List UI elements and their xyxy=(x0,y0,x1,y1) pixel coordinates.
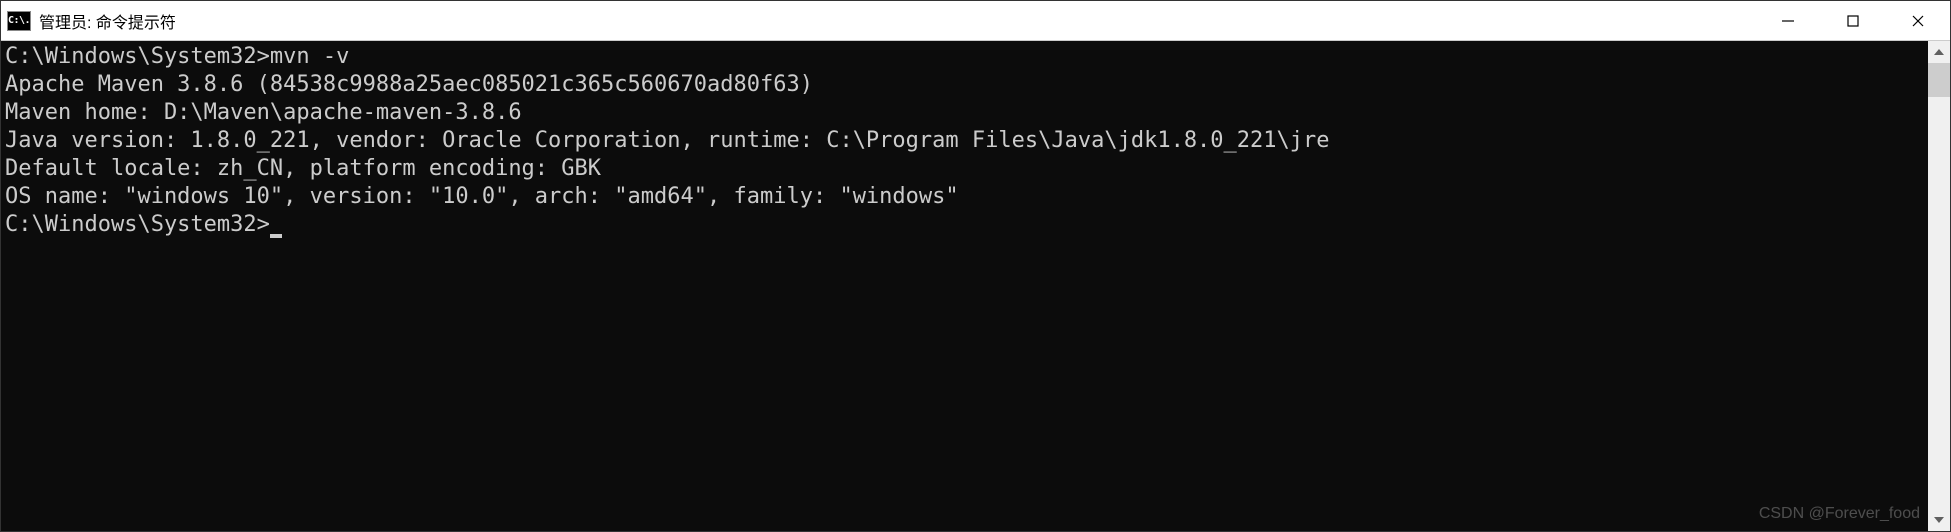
terminal-line: Default locale: zh_CN, platform encoding… xyxy=(5,155,1924,183)
cursor xyxy=(270,234,282,238)
titlebar: C:\. 管理员: 命令提示符 xyxy=(1,1,1950,41)
command-text: mvn -v xyxy=(270,44,349,69)
close-button[interactable] xyxy=(1885,1,1950,40)
maximize-button[interactable] xyxy=(1820,1,1885,40)
window: C:\. 管理员: 命令提示符 C:\Windows\System32>mvn … xyxy=(0,0,1951,532)
maximize-icon xyxy=(1846,14,1860,28)
terminal-line: Apache Maven 3.8.6 (84538c9988a25aec0850… xyxy=(5,71,1924,99)
window-title: 管理员: 命令提示符 xyxy=(39,9,176,33)
minimize-icon xyxy=(1781,14,1795,28)
scroll-down-arrow-icon[interactable] xyxy=(1928,509,1950,531)
window-controls xyxy=(1755,1,1950,40)
terminal-line: OS name: "windows 10", version: "10.0", … xyxy=(5,183,1924,211)
scroll-thumb[interactable] xyxy=(1928,63,1950,97)
terminal-line: C:\Windows\System32>mvn -v xyxy=(5,43,1924,71)
prompt: C:\Windows\System32> xyxy=(5,212,270,237)
close-icon xyxy=(1911,14,1925,28)
terminal-line: Java version: 1.8.0_221, vendor: Oracle … xyxy=(5,127,1924,155)
prompt: C:\Windows\System32> xyxy=(5,44,270,69)
terminal-wrapper: C:\Windows\System32>mvn -vApache Maven 3… xyxy=(1,41,1950,531)
terminal[interactable]: C:\Windows\System32>mvn -vApache Maven 3… xyxy=(1,41,1928,531)
scroll-track[interactable] xyxy=(1928,63,1950,509)
terminal-line: C:\Windows\System32> xyxy=(5,211,1924,239)
titlebar-left: C:\. 管理员: 命令提示符 xyxy=(1,9,176,33)
scroll-up-arrow-icon[interactable] xyxy=(1928,41,1950,63)
terminal-line: Maven home: D:\Maven\apache-maven-3.8.6 xyxy=(5,99,1924,127)
cmd-icon: C:\. xyxy=(7,11,31,31)
vertical-scrollbar[interactable] xyxy=(1928,41,1950,531)
minimize-button[interactable] xyxy=(1755,1,1820,40)
